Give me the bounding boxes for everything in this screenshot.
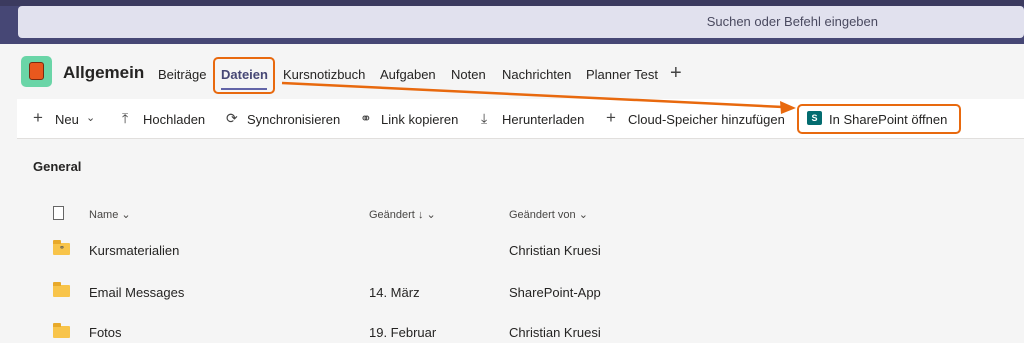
callout-arrow [281, 81, 796, 114]
